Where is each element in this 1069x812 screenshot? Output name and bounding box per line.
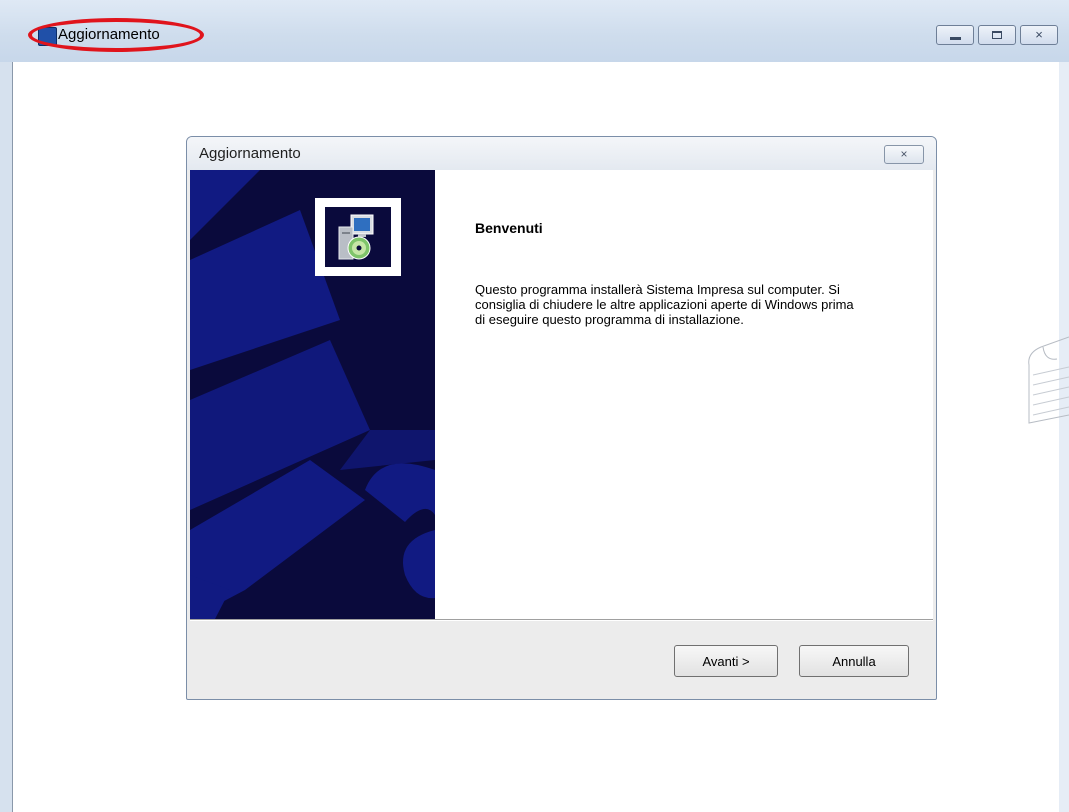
window-controls: × (936, 25, 1060, 45)
window-frame-left (0, 62, 12, 812)
installer-icon-frame (315, 198, 401, 276)
welcome-message: Questo programma installerà Sistema Impr… (475, 282, 854, 327)
minimize-button[interactable] (936, 25, 974, 45)
close-icon: × (1035, 27, 1043, 42)
highlight-oval-annotation (28, 18, 204, 52)
dialog-body: Benvenuti Questo programma installerà Si… (190, 170, 933, 619)
cancel-button[interactable]: Annulla (799, 645, 909, 677)
dialog-title-bar[interactable]: Aggiornamento × (187, 137, 936, 170)
dialog-title: Aggiornamento (199, 145, 301, 162)
app-window: Aggiornamento × Aggiornamento × Benvenut… (0, 0, 1069, 812)
close-button[interactable]: × (1020, 25, 1058, 45)
welcome-heading: Benvenuti (475, 220, 543, 236)
close-icon: × (900, 147, 908, 161)
welcome-content: Benvenuti Questo programma installerà Si… (475, 220, 895, 327)
maximize-icon (992, 31, 1002, 39)
app-title-bar[interactable]: Aggiornamento × (0, 0, 1069, 62)
installer-computer-cd-icon (338, 214, 374, 260)
side-panel-graphic (190, 170, 435, 619)
next-button[interactable]: Avanti > (674, 645, 778, 677)
button-area-divider (190, 619, 933, 621)
document-sketch-icon (1028, 336, 1069, 424)
setup-dialog: Aggiornamento × Benvenuti Questo program… (186, 136, 937, 700)
maximize-button[interactable] (978, 25, 1016, 45)
installer-icon-background (325, 207, 391, 267)
dialog-close-button[interactable]: × (884, 145, 924, 164)
minimize-icon (950, 37, 961, 40)
